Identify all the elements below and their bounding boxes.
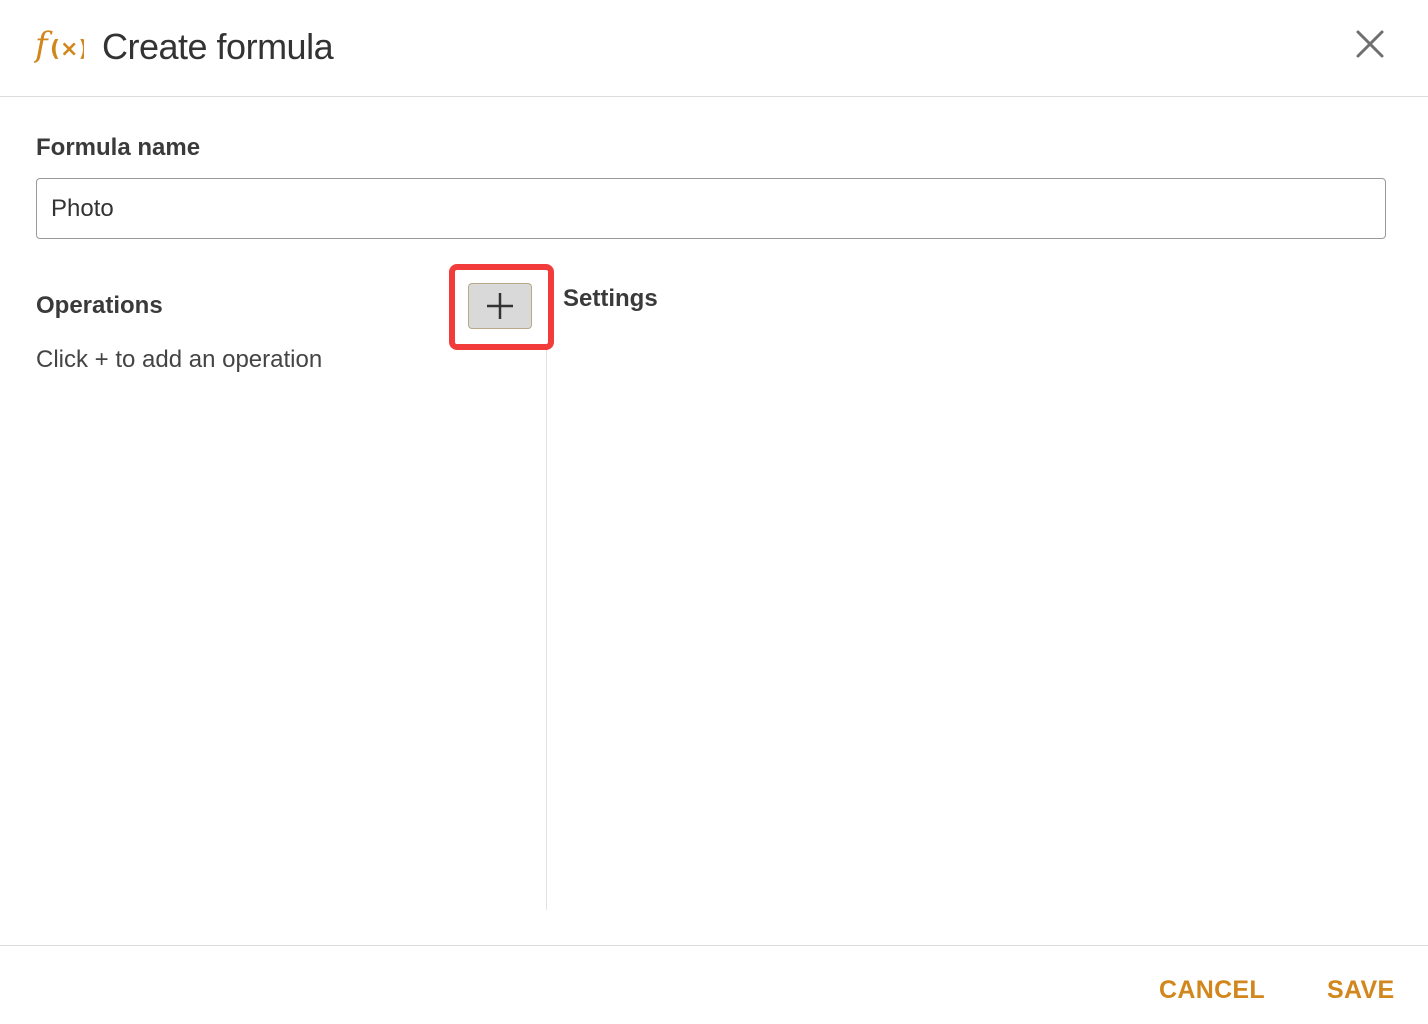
add-operation-button[interactable] [468,283,532,329]
settings-label: Settings [563,285,658,312]
function-fx-icon: f (×) [34,25,84,65]
plus-icon [487,293,513,319]
operations-hint: Click + to add an operation [36,346,323,373]
save-button[interactable]: SAVE [1327,976,1394,1005]
panel-divider [546,350,547,910]
svg-text:(×): (×) [50,37,84,62]
create-formula-dialog: f (×) Create formula Formula name Operat… [0,0,1428,1024]
dialog-header: f (×) Create formula [0,0,1428,97]
formula-name-label: Formula name [36,134,201,161]
formula-name-input[interactable] [36,178,1386,239]
dialog-title: Create formula [102,26,334,67]
close-icon [1356,30,1384,58]
cancel-button[interactable]: CANCEL [1159,976,1265,1005]
operations-label: Operations [36,292,163,319]
close-button[interactable] [1350,24,1390,64]
